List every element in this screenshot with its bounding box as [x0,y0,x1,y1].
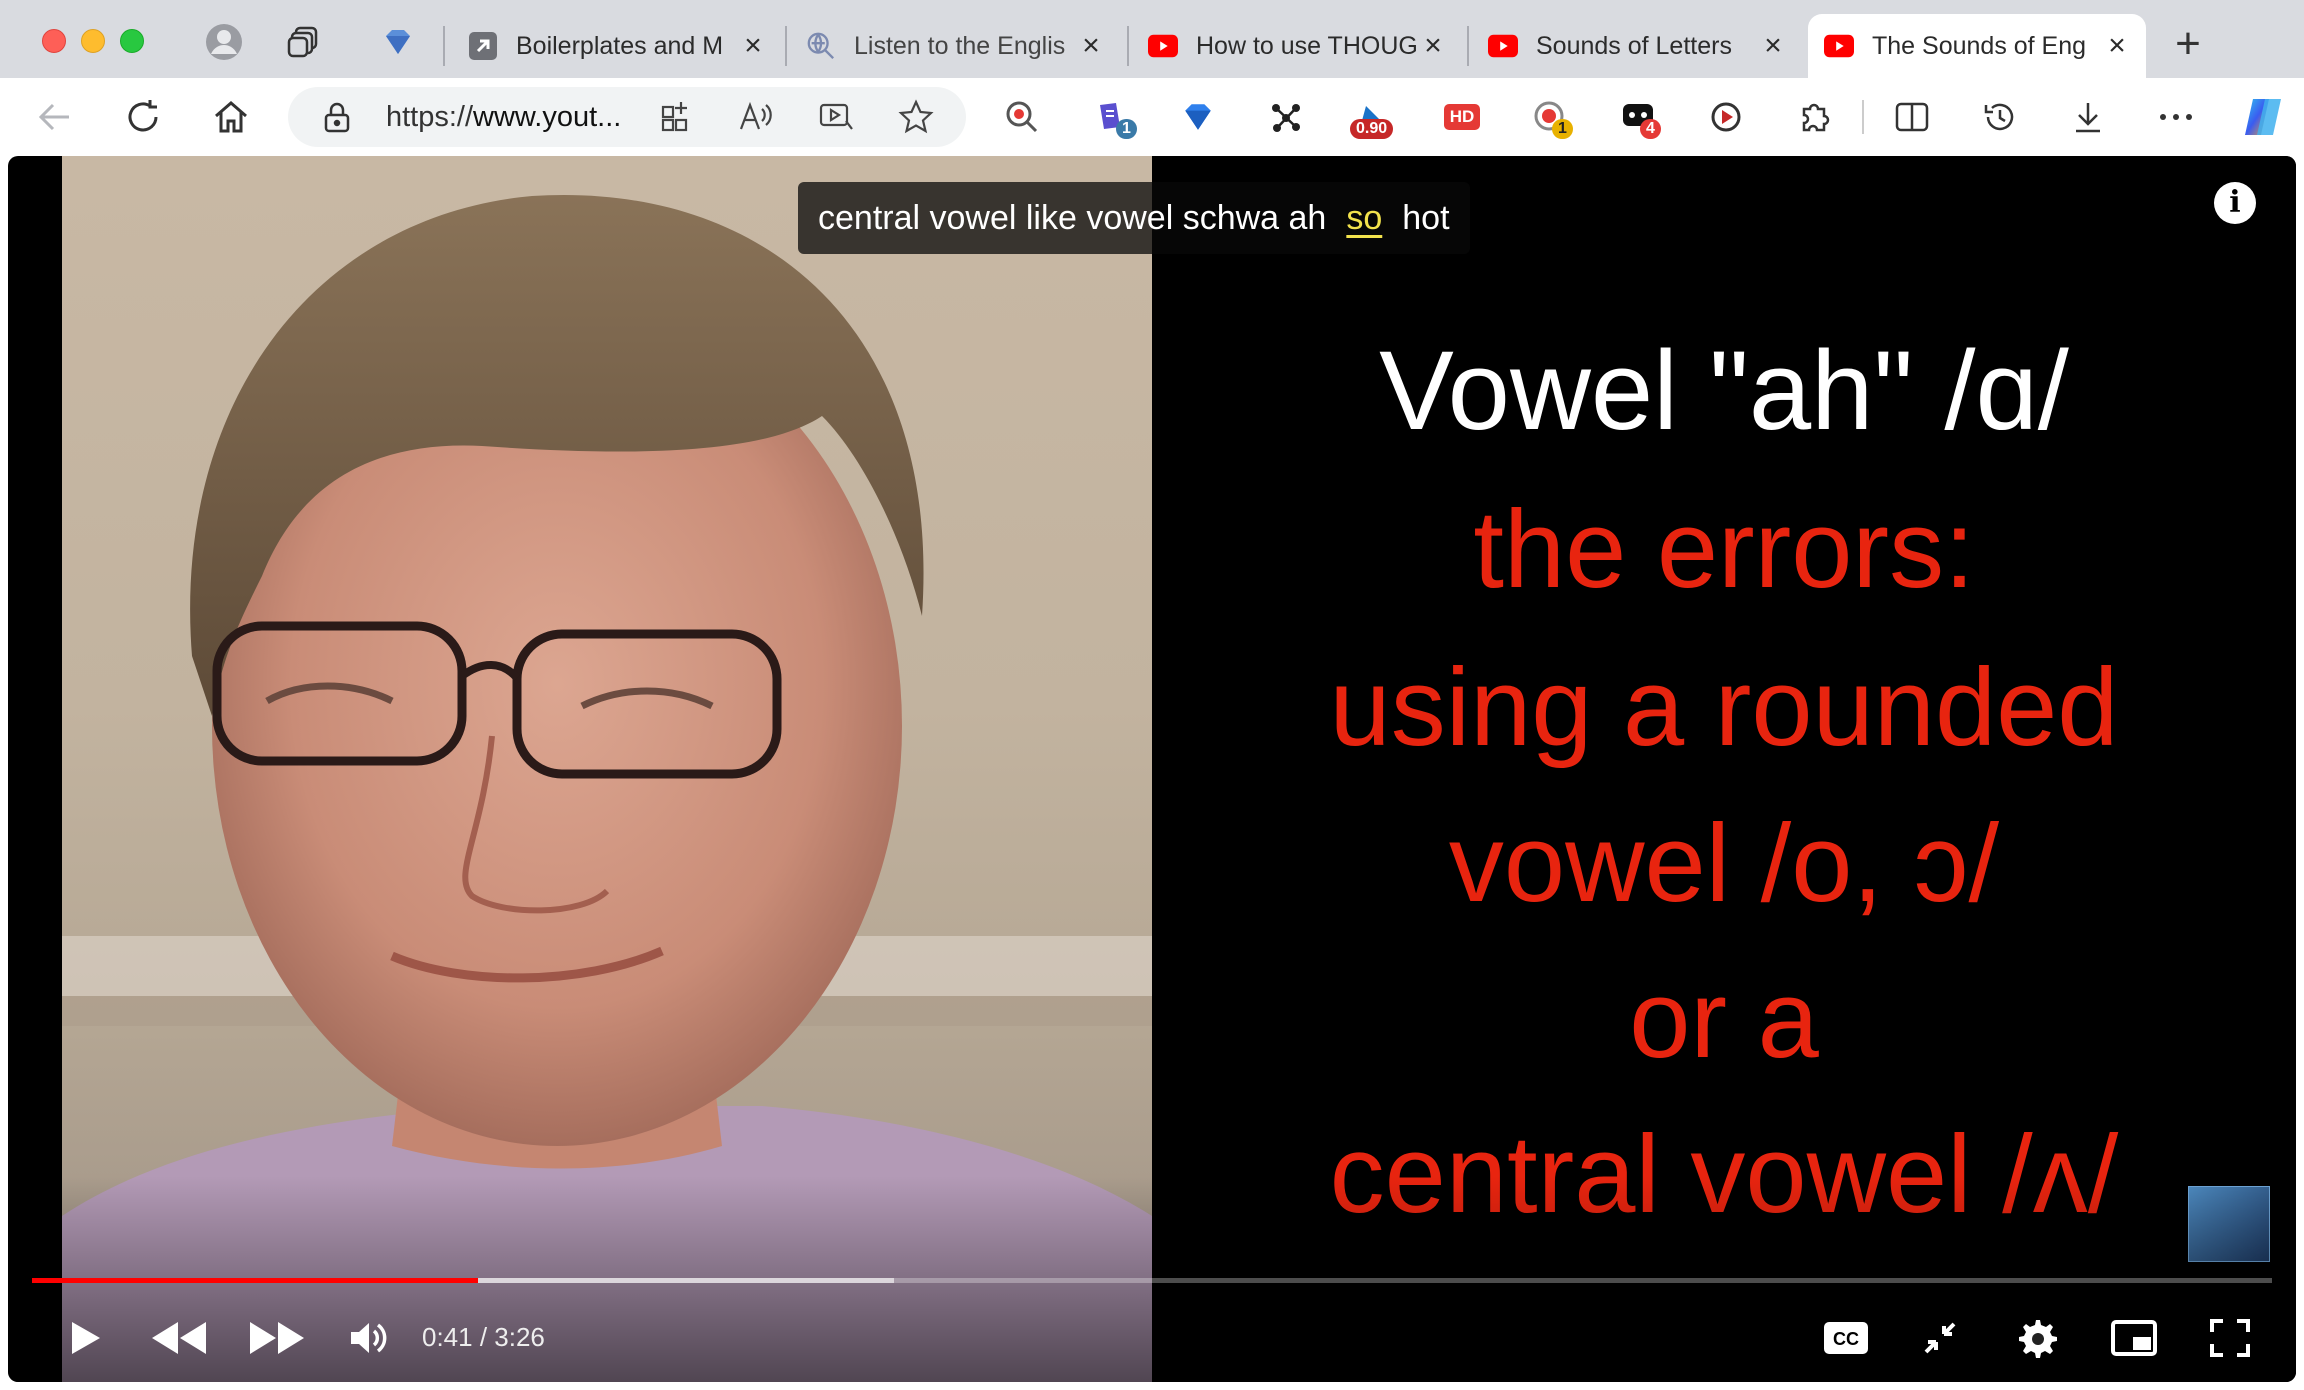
tab-listen-english[interactable]: Listen to the Englis × [790,14,1120,78]
slide-line: vowel /o, ɔ/ [1448,802,2000,925]
video-overlay-icon[interactable] [818,99,854,138]
close-icon[interactable]: × [1758,29,1788,62]
tab-separator [785,26,787,66]
media-extension-icon[interactable] [1704,95,1748,139]
new-tab-button[interactable]: + [2166,22,2210,68]
play-icon[interactable] [54,1308,114,1368]
speed-extension-icon[interactable]: 0.90 [1350,95,1396,139]
diamond-tab-icon[interactable] [378,22,418,62]
tab-separator [1467,26,1469,66]
extensions-puzzle-icon[interactable] [1792,95,1836,139]
svg-text:CC: CC [1833,1329,1859,1349]
record-extension-icon[interactable]: 1 [1528,95,1573,139]
closed-captions-icon[interactable]: CC [1816,1308,1876,1368]
tab-how-to-use-though[interactable]: How to use THOUG × [1132,14,1462,78]
extension-badge: 1 [1552,119,1573,139]
tab-sounds-of-english-active[interactable]: The Sounds of Eng × [1808,14,2146,78]
history-icon[interactable] [1978,95,2022,139]
search-globe-icon [806,31,836,61]
tab-strip: Boilerplates and M × Listen to the Engli… [0,0,2304,78]
slide-line: the errors: [1473,488,1975,611]
youtube-icon [1488,31,1518,61]
fullscreen-icon[interactable] [2200,1308,2260,1368]
slide-line: or a [1629,958,1819,1081]
caption-text: hot [1402,198,1450,237]
volume-icon[interactable] [338,1308,398,1368]
window-zoom-button[interactable] [120,29,144,53]
settings-gear-icon[interactable] [2006,1308,2066,1368]
read-aloud-icon[interactable] [738,99,774,138]
slide-title: Vowel "ah" /ɑ/ [1379,328,2069,453]
arrow-box-icon [468,31,498,61]
reload-icon[interactable] [120,94,166,140]
tab-sounds-of-letters[interactable]: Sounds of Letters × [1472,14,1802,78]
slide-line: using a rounded [1329,646,2119,769]
close-icon[interactable]: × [1076,29,1106,62]
hd-extension-icon[interactable]: HD [1440,95,1484,139]
diamond-extension-icon[interactable] [1176,95,1220,139]
close-icon[interactable]: × [738,29,768,62]
tab-label: How to use THOUG [1196,31,1418,60]
tab-separator [1127,26,1129,66]
url-text[interactable]: https://www.yout... [386,101,621,134]
profile-icon[interactable] [204,22,244,62]
tab-label: Boilerplates and M [516,31,724,60]
caption-text: central vowel like vowel schwa ah [818,198,1327,237]
caption-highlighted-word: so [1346,198,1383,237]
chat-extension-icon[interactable]: 4 [1616,95,1661,139]
tab-boilerplates[interactable]: Boilerplates and M × [452,14,782,78]
video-player[interactable]: Vowel "ah" /ɑ/ the errors: using a round… [8,156,2296,1382]
favorite-star-icon[interactable] [898,99,934,140]
extension-badge: 4 [1640,119,1661,139]
app-available-icon[interactable] [660,99,694,138]
extension-badge: 0.90 [1350,119,1394,139]
closed-caption[interactable]: central vowel like vowel schwa ah so hot [798,182,1470,254]
youtube-icon [1148,31,1178,61]
graph-extension-icon[interactable] [1264,95,1308,139]
rewind-icon[interactable] [144,1308,214,1368]
close-icon[interactable]: × [2102,29,2132,62]
tab-label: Listen to the Englis [854,31,1066,60]
exit-fullscreen-arrows-icon[interactable] [1910,1308,1970,1368]
miniplayer-icon[interactable] [2104,1308,2164,1368]
lock-icon[interactable] [322,101,352,138]
youtube-icon [1824,31,1854,61]
time-display: 0:41 / 3:26 [422,1322,545,1352]
extension-badge: 1 [1116,119,1137,139]
copilot-icon[interactable] [2238,92,2288,142]
tab-separator [443,26,445,66]
back-arrow-icon[interactable] [32,94,78,140]
browser-toolbar: https://www.yout... 1 0.90 HD 1 4 [0,78,2304,156]
address-bar[interactable]: https://www.yout... [288,87,966,147]
split-screen-icon[interactable] [1890,95,1934,139]
downloads-icon[interactable] [2066,95,2110,139]
window-minimize-button[interactable] [81,29,105,53]
toolbar-separator [1862,100,1864,134]
tab-label: The Sounds of Eng [1872,31,2087,60]
info-icon[interactable]: i [2214,182,2256,224]
progress-played [32,1278,478,1283]
fast-forward-icon[interactable] [242,1308,312,1368]
search-extension-icon[interactable] [1000,95,1044,139]
more-menu-icon[interactable] [2154,95,2198,139]
notes-extension-icon[interactable]: 1 [1090,95,1137,139]
close-icon[interactable]: × [1418,29,1448,62]
home-icon[interactable] [208,94,254,140]
tab-label: Sounds of Letters [1536,31,1732,60]
workspaces-icon[interactable] [284,22,324,62]
progress-bar[interactable] [32,1278,2272,1283]
window-close-button[interactable] [42,29,66,53]
